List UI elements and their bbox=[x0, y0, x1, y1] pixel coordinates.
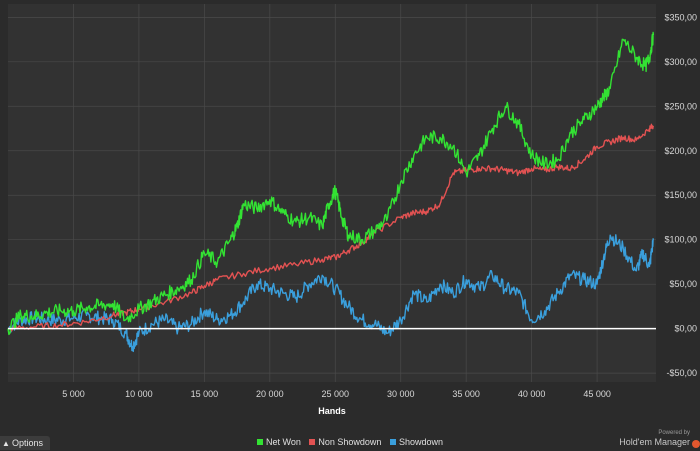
y-tick-label: -$50,00 bbox=[666, 368, 697, 378]
y-tick-label: $50,00 bbox=[669, 279, 697, 289]
legend-item-showdown[interactable]: Showdown bbox=[389, 437, 443, 447]
x-tick-label: 35 000 bbox=[452, 389, 480, 399]
legend-label-showdown: Showdown bbox=[398, 437, 443, 447]
profit-chart: 5 000 10 000 15 000 20 000 25 000 30 000 35 00… bbox=[7, 4, 697, 416]
y-tick-label: $250,00 bbox=[664, 101, 697, 111]
x-tick-label: 10 000 bbox=[125, 389, 153, 399]
x-tick-label: 45 000 bbox=[583, 389, 611, 399]
legend-label-non-showdown: Non Showdown bbox=[318, 437, 382, 447]
legend-item-net-won[interactable]: Net Won bbox=[257, 437, 301, 447]
brand-name: Hold'em Manager bbox=[619, 437, 690, 447]
x-tick-label: 5 000 bbox=[62, 389, 85, 399]
plot-area bbox=[8, 4, 656, 382]
x-tick-label: 20 000 bbox=[256, 389, 284, 399]
y-tick-label: $350,00 bbox=[664, 12, 697, 22]
legend-swatch-non-showdown bbox=[309, 439, 316, 445]
x-tick-label: 30 000 bbox=[387, 389, 415, 399]
y-tick-label: $100,00 bbox=[664, 235, 697, 245]
powered-by-text: Powered by bbox=[658, 430, 690, 436]
powered-by-badge: Powered by Hold'em Manager bbox=[619, 430, 690, 448]
legend-swatch-net-won bbox=[257, 439, 264, 445]
x-axis-title: Hands bbox=[318, 406, 346, 416]
legend-label-net-won: Net Won bbox=[266, 437, 301, 447]
y-axis-ticks: -$50,00 $0,00 $50,00 $100,00 $150,00 $200,00 $… bbox=[664, 12, 697, 378]
legend-swatch-showdown bbox=[389, 439, 396, 445]
y-tick-label: $200,00 bbox=[664, 146, 697, 156]
y-tick-label: $300,00 bbox=[664, 57, 697, 67]
x-tick-label: 15 000 bbox=[191, 389, 219, 399]
y-tick-label: $150,00 bbox=[664, 190, 697, 200]
legend-item-non-showdown[interactable]: Non Showdown bbox=[309, 437, 381, 447]
chart-legend: Net Won Non Showdown Showdown bbox=[0, 437, 700, 447]
y-tick-label: $0,00 bbox=[674, 324, 697, 334]
x-tick-label: 40 000 bbox=[518, 389, 546, 399]
x-axis-ticks: 5 000 10 000 15 000 20 000 25 000 30 000 35 00… bbox=[62, 389, 611, 399]
x-tick-label: 25 000 bbox=[322, 389, 350, 399]
hm-logo-icon bbox=[692, 440, 700, 448]
